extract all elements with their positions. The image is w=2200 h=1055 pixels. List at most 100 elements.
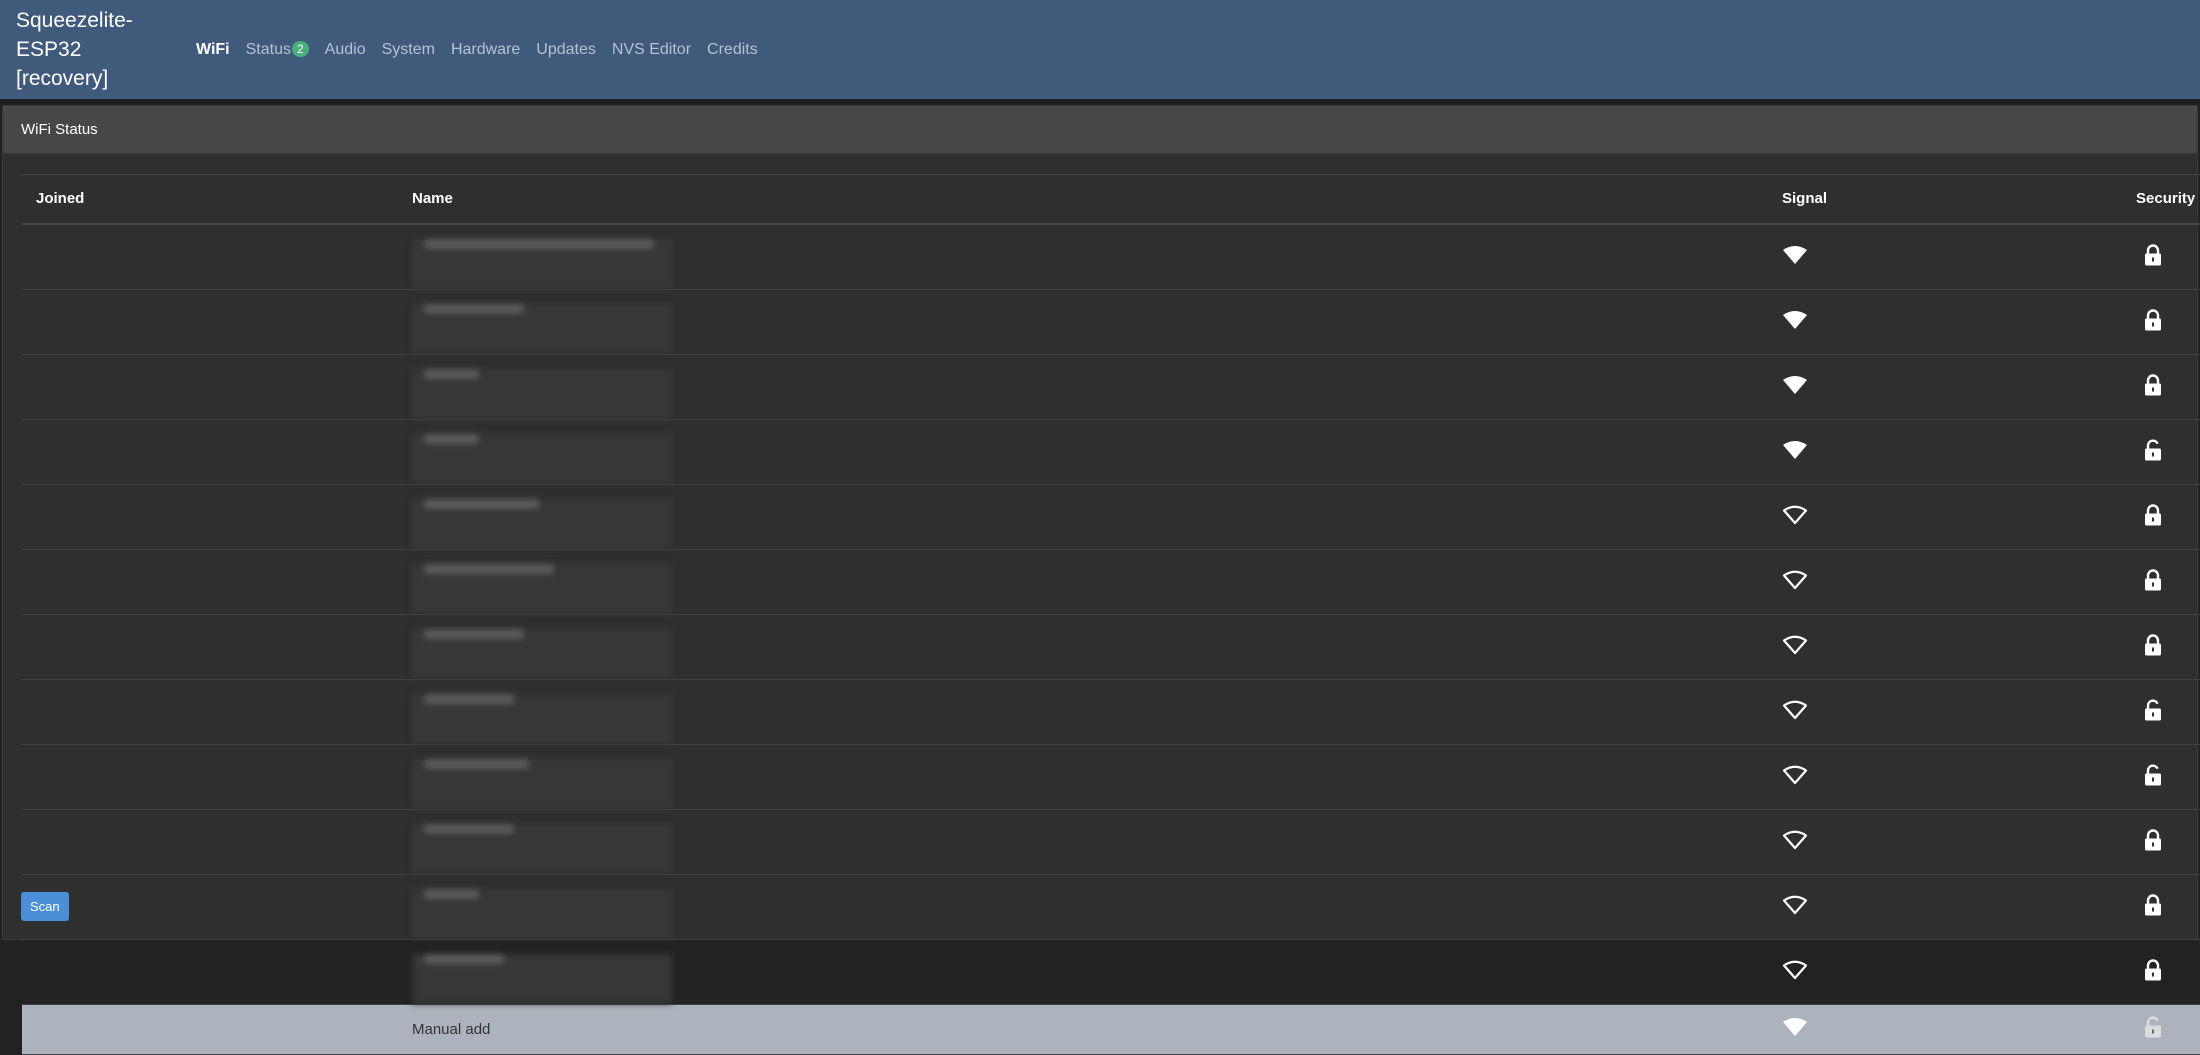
tab-hardware[interactable]: Hardware xyxy=(451,41,520,59)
signal-cell xyxy=(1782,549,2136,614)
lock-closed-icon xyxy=(2143,828,2163,855)
wifi-strong-icon xyxy=(1782,440,1808,464)
column-header-name: Name xyxy=(412,190,453,208)
redacted-ssid xyxy=(412,368,672,419)
network-row[interactable] xyxy=(22,809,2200,874)
network-row[interactable] xyxy=(22,614,2200,679)
ssid-cell xyxy=(412,549,1782,614)
signal-cell xyxy=(1782,809,2136,874)
signal-cell xyxy=(1782,419,2136,484)
security-cell xyxy=(2136,354,2200,419)
ssid-cell xyxy=(412,614,1782,679)
joined-cell xyxy=(22,484,412,549)
wifi-medium-icon xyxy=(1782,765,1808,789)
security-cell xyxy=(2136,1004,2200,1054)
redacted-ssid xyxy=(412,888,672,939)
lock-closed-icon xyxy=(2143,958,2163,985)
redacted-ssid xyxy=(412,823,672,874)
lock-open-icon xyxy=(2143,1016,2163,1042)
network-row[interactable] xyxy=(22,289,2200,354)
status-badge: 2 xyxy=(291,41,309,58)
joined-cell xyxy=(22,549,412,614)
wifi-medium-icon xyxy=(1782,505,1808,529)
tab-credits[interactable]: Credits xyxy=(707,41,758,59)
lock-closed-icon xyxy=(2143,503,2163,530)
signal-cell xyxy=(1782,679,2136,744)
tab-status[interactable]: Status 2 xyxy=(246,41,309,59)
redacted-ssid xyxy=(412,563,672,614)
security-cell xyxy=(2136,614,2200,679)
signal-cell xyxy=(1782,289,2136,354)
joined-cell xyxy=(22,744,412,809)
joined-cell xyxy=(22,1004,412,1054)
redacted-ssid xyxy=(412,953,672,1004)
joined-cell xyxy=(22,289,412,354)
wifi-medium-icon xyxy=(1782,570,1808,594)
tab-updates[interactable]: Updates xyxy=(536,41,596,59)
lock-closed-icon xyxy=(2143,373,2163,400)
signal-cell xyxy=(1782,1004,2136,1054)
app-brand[interactable]: Squeezelite-ESP32 [recovery] xyxy=(16,6,196,93)
network-row[interactable] xyxy=(22,484,2200,549)
ssid-cell xyxy=(412,809,1782,874)
security-cell xyxy=(2136,419,2200,484)
brand-subtitle: [recovery] xyxy=(16,67,109,90)
ssid-cell xyxy=(412,289,1782,354)
wifi-medium-icon xyxy=(1782,830,1808,854)
lock-open-icon xyxy=(2143,699,2163,725)
ssid-cell xyxy=(412,939,1782,1004)
security-cell xyxy=(2136,679,2200,744)
tab-audio[interactable]: Audio xyxy=(325,41,366,59)
redacted-ssid xyxy=(412,693,672,744)
brand-title: Squeezelite-ESP32 xyxy=(16,9,133,61)
network-row[interactable] xyxy=(22,679,2200,744)
lock-open-icon xyxy=(2143,439,2163,465)
network-row[interactable] xyxy=(22,939,2200,1004)
manual-add-row[interactable]: Manual add xyxy=(22,1004,2200,1054)
column-header-signal: Signal xyxy=(1782,190,1828,208)
joined-cell xyxy=(22,224,412,290)
lock-closed-icon xyxy=(2143,633,2163,660)
network-row[interactable] xyxy=(22,419,2200,484)
lock-closed-icon xyxy=(2143,568,2163,595)
manual-add-label: Manual add xyxy=(412,1020,491,1038)
redacted-ssid xyxy=(412,498,672,549)
ssid-cell: Manual add xyxy=(412,1004,1782,1054)
tab-wifi[interactable]: WiFi xyxy=(196,41,230,59)
security-cell xyxy=(2136,289,2200,354)
security-cell xyxy=(2136,744,2200,809)
joined-cell xyxy=(22,354,412,419)
lock-closed-icon xyxy=(2143,243,2163,270)
wifi-medium-icon xyxy=(1782,895,1808,919)
security-cell xyxy=(2136,224,2200,290)
signal-cell xyxy=(1782,744,2136,809)
ssid-cell xyxy=(412,679,1782,744)
wifi-medium-icon xyxy=(1782,700,1808,724)
network-row[interactable] xyxy=(22,354,2200,419)
wifi-table-container: Joined Name Signal Security Manual add xyxy=(22,174,2200,1055)
scan-button[interactable]: Scan xyxy=(21,892,69,921)
table-header-row: Joined Name Signal Security xyxy=(22,174,2200,224)
network-row[interactable] xyxy=(22,549,2200,614)
signal-cell xyxy=(1782,874,2136,939)
security-cell xyxy=(2136,809,2200,874)
joined-cell xyxy=(22,939,412,1004)
signal-cell xyxy=(1782,614,2136,679)
ssid-cell xyxy=(412,354,1782,419)
network-row[interactable] xyxy=(22,874,2200,939)
column-header-joined: Joined xyxy=(36,190,85,208)
wifi-strong-icon xyxy=(1782,375,1808,399)
security-cell xyxy=(2136,874,2200,939)
security-cell xyxy=(2136,549,2200,614)
network-row[interactable] xyxy=(22,224,2200,290)
network-row[interactable] xyxy=(22,744,2200,809)
joined-cell xyxy=(22,874,412,939)
tab-nvs-editor[interactable]: NVS Editor xyxy=(612,41,691,59)
security-cell xyxy=(2136,484,2200,549)
security-cell xyxy=(2136,939,2200,1004)
wifi-strong-icon xyxy=(1782,310,1808,334)
network-list: Manual add xyxy=(22,224,2200,1054)
wifi-medium-icon xyxy=(1782,960,1808,984)
lock-closed-icon xyxy=(2143,308,2163,335)
tab-system[interactable]: System xyxy=(382,41,435,59)
